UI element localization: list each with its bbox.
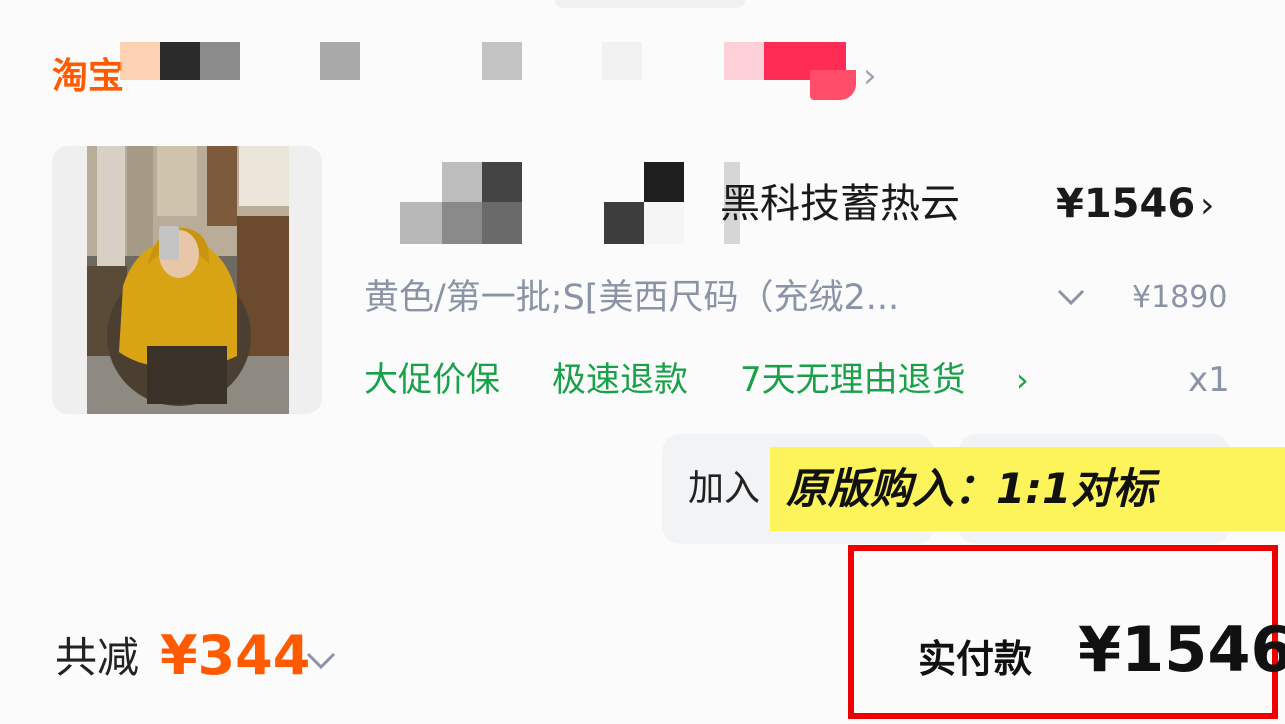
actual-paid-label: 实付款 [918, 637, 1033, 681]
taobao-shop-logo: 淘宝 [52, 56, 125, 97]
shop-chevron-icon[interactable]: › [863, 56, 877, 96]
banner-text: 原版购入：1:1对标 [786, 464, 1156, 513]
blurred-product-title [400, 162, 740, 244]
product-photo [87, 146, 289, 414]
product-price: ¥1546 [1056, 181, 1196, 227]
service-7day-return[interactable]: 7天无理由退货 [740, 356, 966, 404]
add-button-label: 加入 [688, 468, 761, 509]
previous-card-edge [555, 0, 745, 8]
service-price-protect[interactable]: 大促价保 [364, 356, 500, 404]
product-thumbnail[interactable] [52, 146, 322, 414]
title-chevron-icon[interactable]: › [1200, 178, 1214, 234]
original-price: ¥1890 [1132, 280, 1228, 315]
product-title[interactable]: 黑科技蓄热云 [720, 176, 960, 232]
services-chevron-icon[interactable]: › [1016, 356, 1029, 404]
sku-selection[interactable]: 黄色/第一批;S[美西尺码（充绒2... [364, 274, 899, 322]
quantity: x1 [1188, 360, 1230, 400]
chevron-down-icon[interactable] [1056, 272, 1086, 333]
blurred-shop-name[interactable] [120, 42, 860, 100]
actual-paid-amount: ¥1546 [1078, 613, 1285, 686]
service-fast-refund[interactable]: 极速退款 [552, 356, 688, 404]
total-discount-amount[interactable]: ¥344 [160, 622, 310, 690]
discount-chevron-down-icon[interactable] [304, 636, 338, 697]
total-discount-label: 共减 [55, 633, 140, 682]
